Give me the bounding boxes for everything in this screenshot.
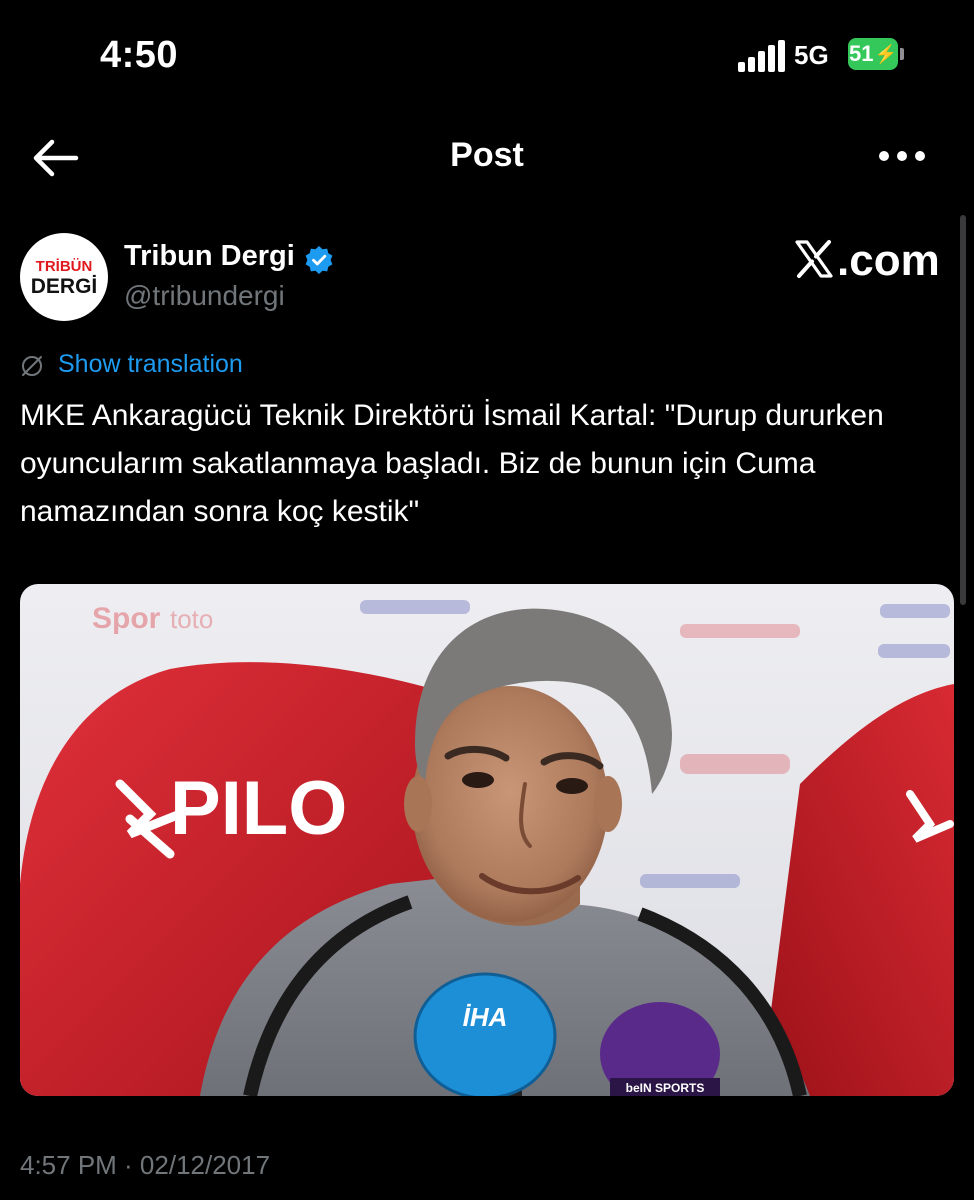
svg-text:beIN SPORTS: beIN SPORTS bbox=[626, 1081, 705, 1095]
battery-icon: 51 ⚡ bbox=[848, 38, 904, 70]
author-display-name[interactable]: Tribun Dergi bbox=[124, 240, 295, 273]
verified-badge-icon bbox=[305, 246, 333, 274]
battery-level: 51 ⚡ bbox=[848, 38, 898, 70]
page-title: Post bbox=[450, 136, 524, 174]
svg-text:Spor: Spor bbox=[92, 602, 161, 635]
post-image[interactable]: Spor toto PILO İHA beIN SPORTS bbox=[20, 584, 954, 1096]
top-nav: Post bbox=[0, 120, 974, 196]
post-timestamp[interactable]: 4:57 PM · 02/12/2017 bbox=[20, 1150, 270, 1181]
network-type: 5G bbox=[794, 40, 829, 70]
svg-text:PILO: PILO bbox=[170, 766, 347, 851]
svg-text:TRİBÜN: TRİBÜN bbox=[36, 258, 93, 275]
avatar[interactable]: TRİBÜN DERGİ bbox=[20, 233, 108, 321]
status-bar: 4:50 5G 51 ⚡ bbox=[0, 0, 974, 110]
more-icon bbox=[879, 151, 925, 161]
status-time: 4:50 bbox=[100, 34, 179, 76]
scrollbar[interactable] bbox=[960, 215, 966, 605]
xcom-text: .com bbox=[837, 236, 940, 285]
svg-text:İHA: İHA bbox=[463, 1002, 508, 1032]
x-logo-icon bbox=[795, 240, 833, 278]
tribun-dergi-logo: TRİBÜN DERGİ bbox=[31, 258, 98, 298]
signal-icon bbox=[738, 40, 785, 72]
svg-text:toto: toto bbox=[170, 604, 213, 634]
xcom-watermark: .com bbox=[793, 236, 940, 285]
show-translation-link[interactable]: Show translation bbox=[58, 350, 243, 379]
photo-press-conference: Spor toto PILO İHA beIN SPORTS bbox=[20, 584, 954, 1096]
author-handle[interactable]: @tribundergi bbox=[124, 280, 285, 312]
more-options-button[interactable] bbox=[872, 144, 932, 168]
svg-text:DERGİ: DERGİ bbox=[31, 275, 98, 298]
post-text: MKE Ankaragücü Teknik Direktörü İsmail K… bbox=[20, 399, 884, 528]
globe-icon bbox=[22, 356, 42, 376]
